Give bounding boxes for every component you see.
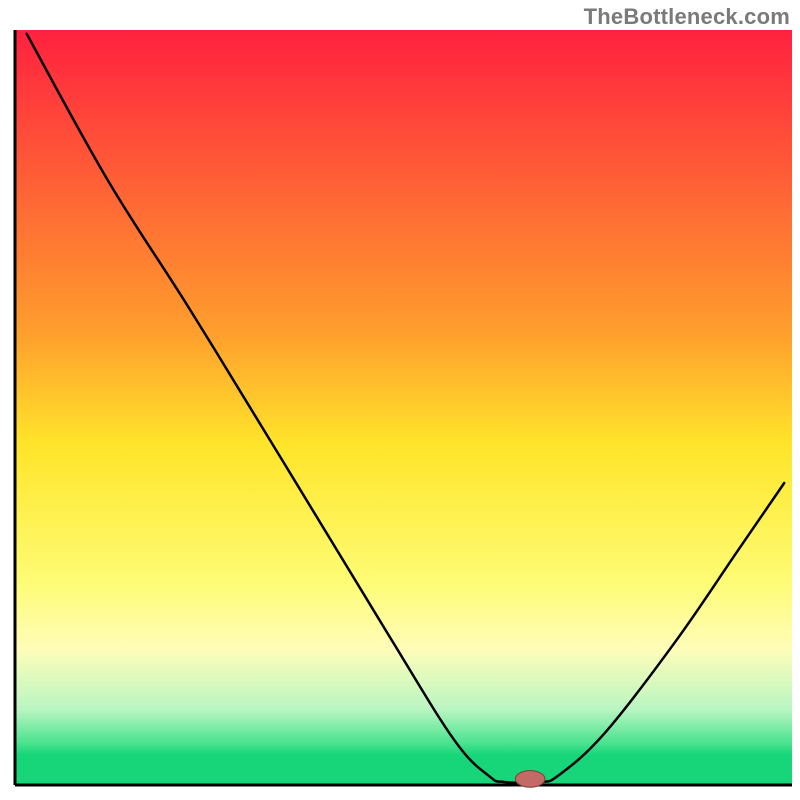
gradient-background bbox=[15, 30, 792, 785]
bottleneck-chart: TheBottleneck.com bbox=[0, 0, 800, 800]
optimal-marker bbox=[515, 771, 545, 788]
plot-svg bbox=[0, 0, 800, 800]
plot-area bbox=[15, 30, 792, 787]
